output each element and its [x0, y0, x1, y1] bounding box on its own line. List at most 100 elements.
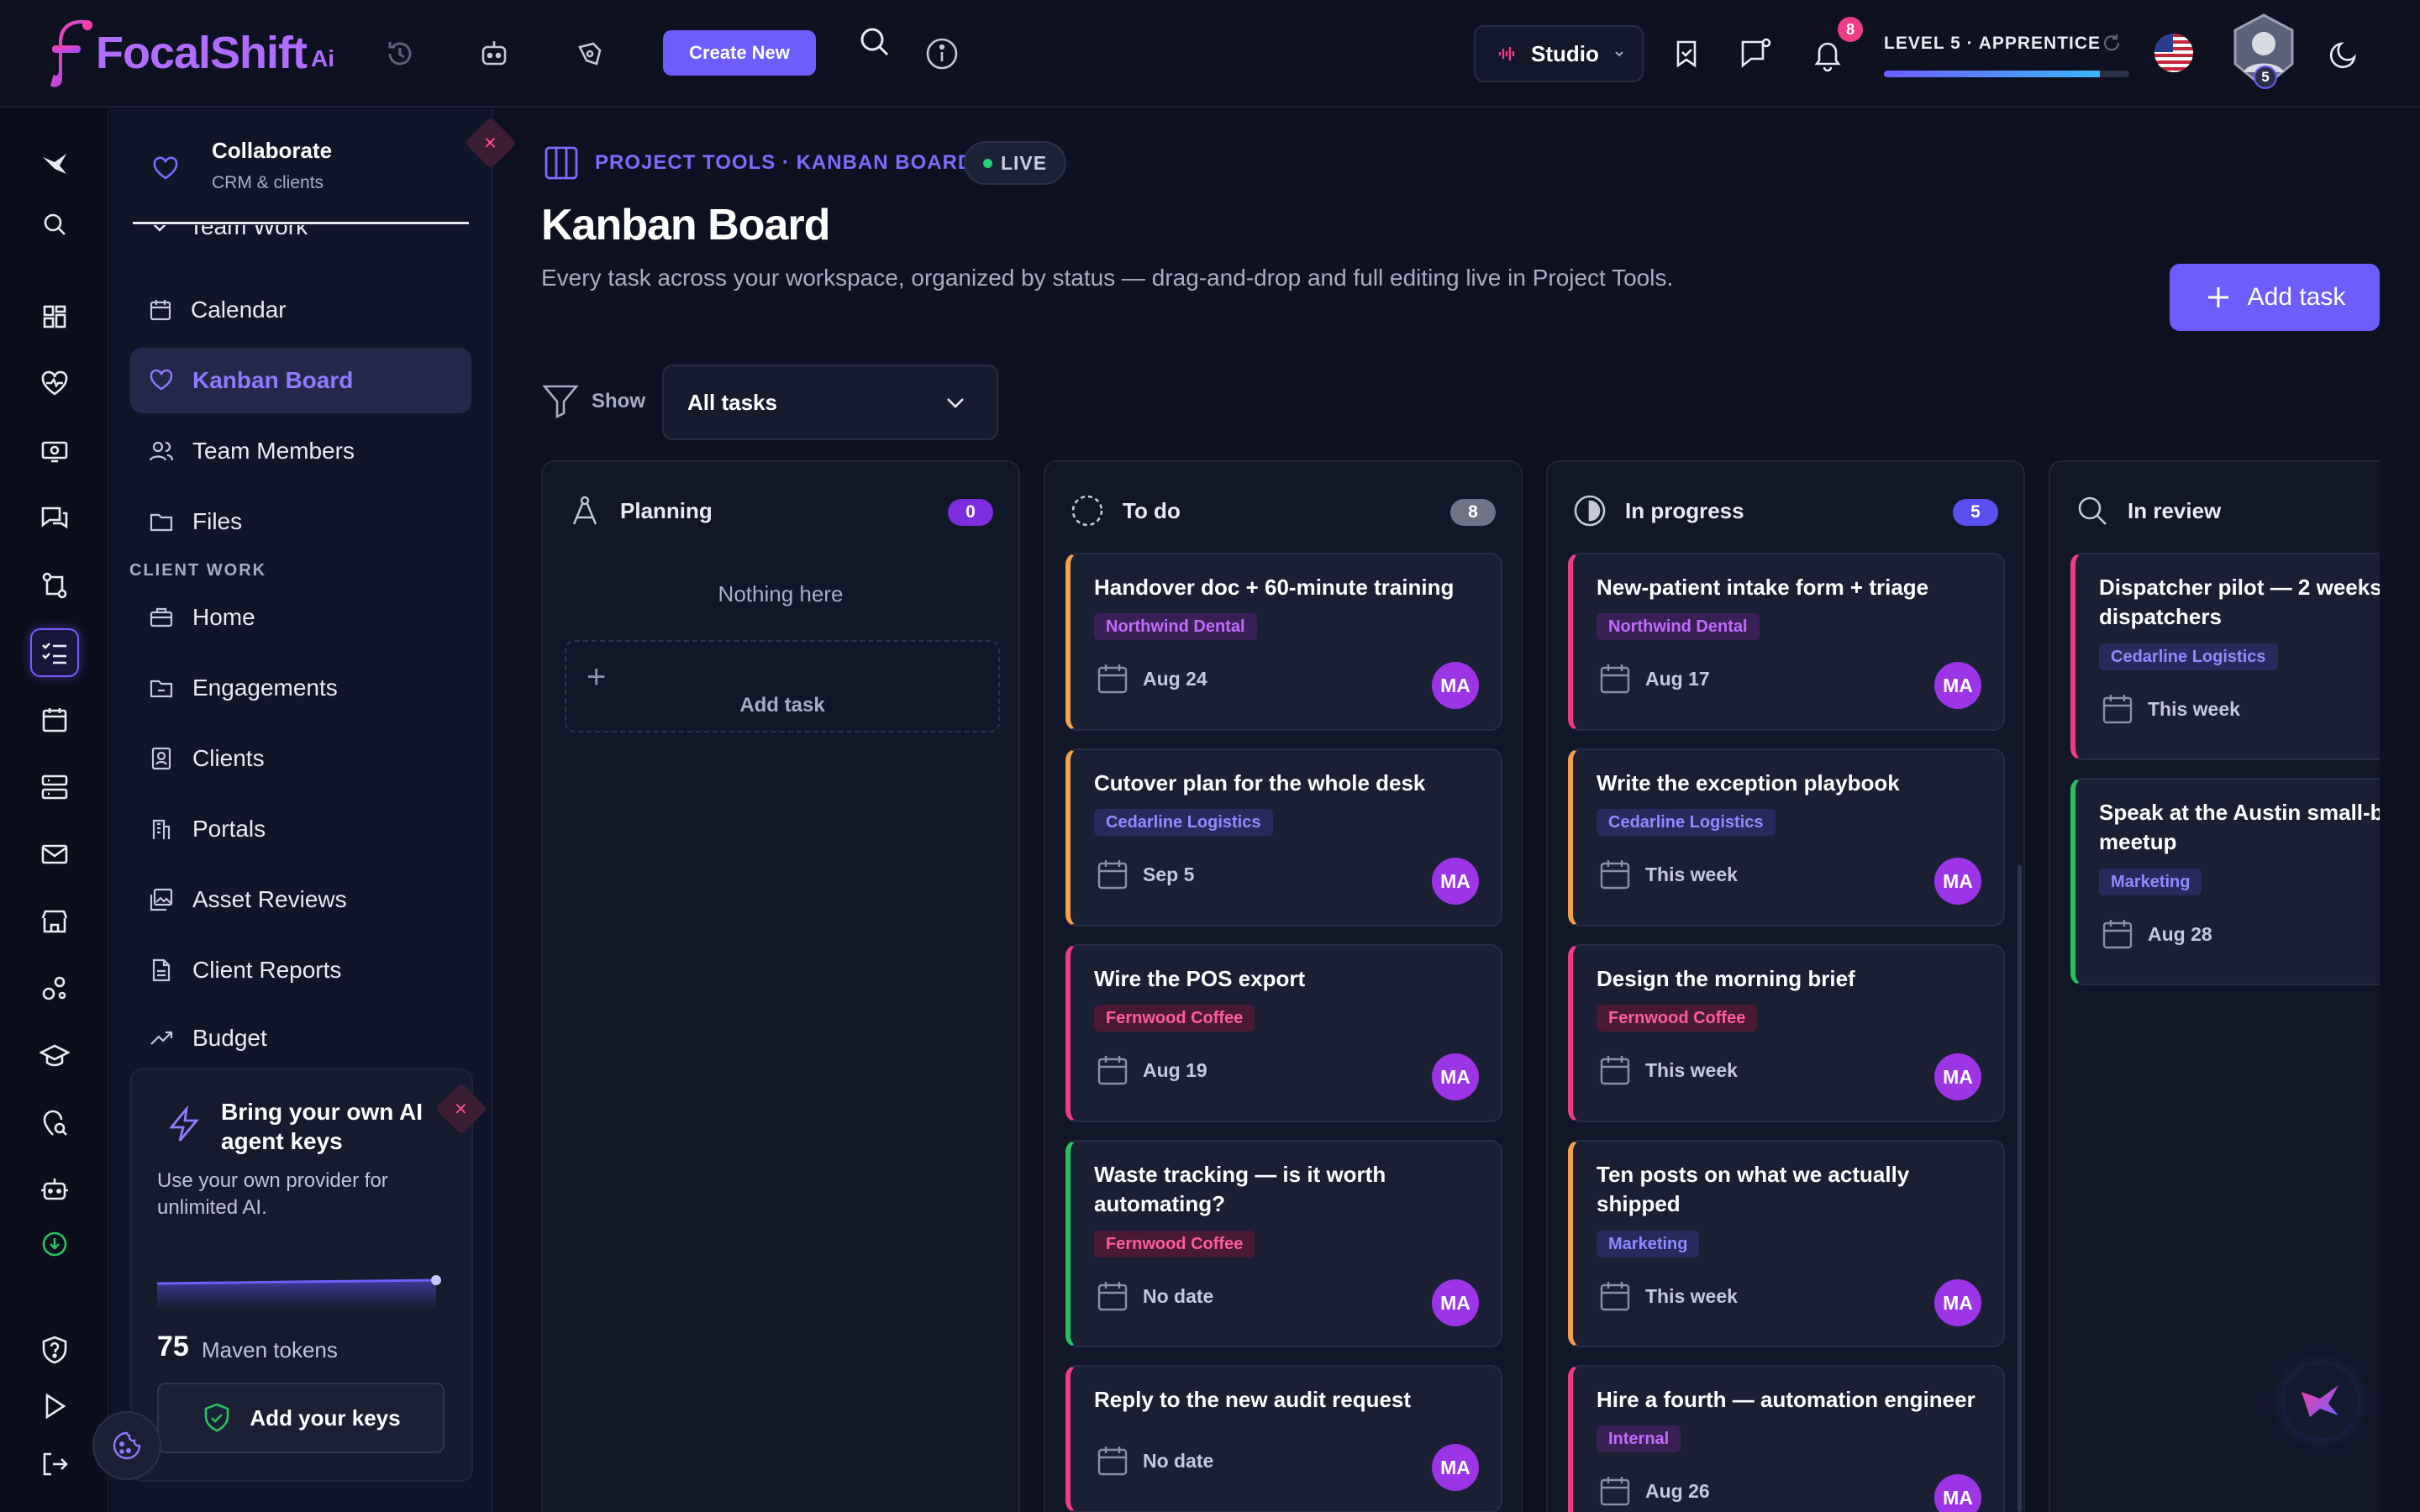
presentation-icon[interactable]	[30, 427, 79, 475]
pen-tool-icon[interactable]	[566, 30, 613, 77]
add-task-button[interactable]: Add task	[2170, 264, 2380, 331]
assignee-avatar[interactable]: MA	[1934, 1474, 1981, 1512]
sidebar-item-engagements[interactable]: Engagements	[130, 655, 471, 721]
sidebar-item-kanban-board[interactable]: Kanban Board	[130, 348, 471, 413]
task-card[interactable]: Cutover plan for the whole desk Cedarlin…	[1065, 748, 1502, 927]
task-due-date: This week	[2101, 692, 2240, 726]
task-date: This week	[1645, 863, 1738, 885]
messages-icon[interactable]	[30, 494, 79, 543]
assignee-avatar[interactable]: MA	[1934, 1279, 1981, 1326]
breadcrumb[interactable]: PROJECT TOOLS · KANBAN BOARD	[595, 151, 973, 175]
logout-icon[interactable]	[30, 1440, 79, 1488]
task-due-date: Aug 19	[1096, 1053, 1207, 1087]
bookmark-check-icon[interactable]	[1663, 30, 1710, 77]
client-tag: Marketing	[2099, 869, 2202, 895]
hummingbird-icon	[2302, 1385, 2338, 1417]
task-card[interactable]: Hire a fourth — automation engineer Inte…	[1568, 1365, 2005, 1512]
calendar-icon	[1097, 860, 1128, 890]
task-date: Aug 28	[2148, 922, 2212, 945]
health-icon[interactable]	[30, 360, 79, 408]
info-icon[interactable]	[918, 30, 965, 77]
sidebar-item-portals[interactable]: Portals	[130, 796, 471, 862]
us-flag-icon[interactable]	[2154, 34, 2193, 72]
bot-icon[interactable]	[30, 1166, 79, 1215]
community-icon[interactable]	[30, 964, 79, 1013]
chat-bubble-icon[interactable]	[1733, 30, 1780, 77]
task-date: Aug 17	[1645, 667, 1710, 690]
rail-search-icon[interactable]	[30, 200, 79, 249]
moon-icon[interactable]	[2321, 30, 2368, 77]
page-title: Kanban Board	[541, 201, 830, 249]
cookie-settings-button[interactable]	[92, 1411, 161, 1480]
lightning-icon	[165, 1105, 203, 1144]
column-scrollbar[interactable]	[2018, 865, 2022, 1512]
task-card[interactable]: New-patient intake form + triage Northwi…	[1568, 553, 2005, 731]
hummingbird-icon[interactable]	[30, 139, 79, 188]
assignee-avatar[interactable]: MA	[1934, 858, 1981, 905]
column-title: To do	[1123, 497, 1181, 523]
assignee-avatar[interactable]: MA	[1432, 858, 1479, 905]
assignee-avatar[interactable]: MA	[1432, 662, 1479, 709]
task-card[interactable]: Handover doc + 60-minute training Northw…	[1065, 553, 1502, 731]
sidebar-item-files[interactable]: Files	[130, 489, 471, 554]
add-task-slot[interactable]: + Add task	[565, 640, 1000, 732]
assignee-avatar[interactable]: MA	[1432, 1279, 1479, 1326]
task-card[interactable]: Speak at the Austin small-business meetu…	[2070, 778, 2380, 985]
task-card[interactable]: Dispatcher pilot — 2 weeks, 2 dispatcher…	[2070, 553, 2380, 760]
task-card[interactable]: Design the morning brief Fernwood Coffee…	[1568, 944, 2005, 1122]
search-icon[interactable]	[851, 18, 898, 66]
sidebar-item-team-work[interactable]: Team Work	[130, 225, 471, 250]
download-circle-icon[interactable]	[30, 1220, 79, 1268]
column-to-do: To do 8 Handover doc + 60-minute trainin…	[1044, 460, 1523, 1512]
sidebar-item-label: Client Reports	[192, 957, 342, 983]
calendar-grid-icon[interactable]	[30, 696, 79, 744]
graduation-cap-icon[interactable]	[30, 1032, 79, 1080]
git-compare-icon[interactable]	[30, 561, 79, 610]
task-card[interactable]: Waste tracking — is it worth automating?…	[1065, 1140, 1502, 1347]
server-add-icon[interactable]	[30, 763, 79, 811]
sidebar-subtitle: CRM & clients	[212, 173, 324, 192]
task-filter-select[interactable]: All tasks	[662, 365, 998, 440]
task-due-date: Aug 24	[1096, 662, 1207, 696]
task-card[interactable]: Ten posts on what we actually shipped Ma…	[1568, 1140, 2005, 1347]
store-icon[interactable]	[30, 897, 79, 946]
studio-selector[interactable]: Studio	[1474, 25, 1644, 82]
assignee-avatar[interactable]: MA	[1934, 1053, 1981, 1100]
task-due-date: This week	[1598, 1279, 1738, 1313]
assistant-fab[interactable]	[2284, 1364, 2358, 1438]
robot-icon[interactable]	[471, 30, 518, 77]
task-card[interactable]: Write the exception playbook Cedarline L…	[1568, 748, 2005, 927]
assignee-avatar[interactable]: MA	[1934, 662, 1981, 709]
refresh-icon[interactable]	[2101, 32, 2123, 54]
task-card[interactable]: Reply to the new audit request No date M…	[1065, 1365, 1502, 1512]
calendar-icon	[1600, 1477, 1630, 1506]
add-your-keys-button[interactable]: Add your keys	[157, 1383, 445, 1453]
history-icon[interactable]	[376, 30, 424, 77]
assignee-avatar[interactable]: MA	[1432, 1444, 1479, 1491]
dashboard-icon[interactable]	[30, 292, 79, 341]
sidebar-item-asset-reviews[interactable]: Asset Reviews	[130, 867, 471, 932]
sidebar-item-calendar[interactable]: Calendar	[130, 277, 471, 343]
studio-label: Studio	[1531, 40, 1599, 66]
live-badge: LIVE	[964, 141, 1066, 185]
play-icon[interactable]	[30, 1382, 79, 1431]
sidebar-item-client-reports[interactable]: Client Reports	[130, 937, 471, 1003]
task-title: Cutover plan for the whole desk	[1094, 770, 1426, 795]
help-shield-icon[interactable]	[30, 1326, 79, 1374]
sidebar-item-team-members[interactable]: Team Members	[130, 418, 471, 484]
location-search-icon[interactable]	[30, 1099, 79, 1147]
avatar-level-badge: 5	[2254, 66, 2277, 89]
mail-icon[interactable]	[30, 830, 79, 879]
assignee-avatar[interactable]: MA	[1432, 1053, 1479, 1100]
trend-icon	[150, 1031, 173, 1045]
sidebar-item-budget[interactable]: Budget	[130, 1008, 471, 1055]
dashed-circle-icon	[1071, 495, 1103, 527]
create-new-button[interactable]: Create New	[663, 30, 816, 76]
notification-badge: 8	[1838, 17, 1863, 42]
task-card[interactable]: Wire the POS export Fernwood Coffee Aug …	[1065, 944, 1502, 1122]
sidebar-item-clients[interactable]: Clients	[130, 726, 471, 791]
column-in-review: In review Dispatcher pilot — 2 weeks, 2 …	[2049, 460, 2380, 1512]
task-title: Wire the POS export	[1094, 966, 1306, 991]
tasks-icon[interactable]	[30, 628, 79, 677]
sidebar-item-home[interactable]: Home	[130, 585, 471, 650]
